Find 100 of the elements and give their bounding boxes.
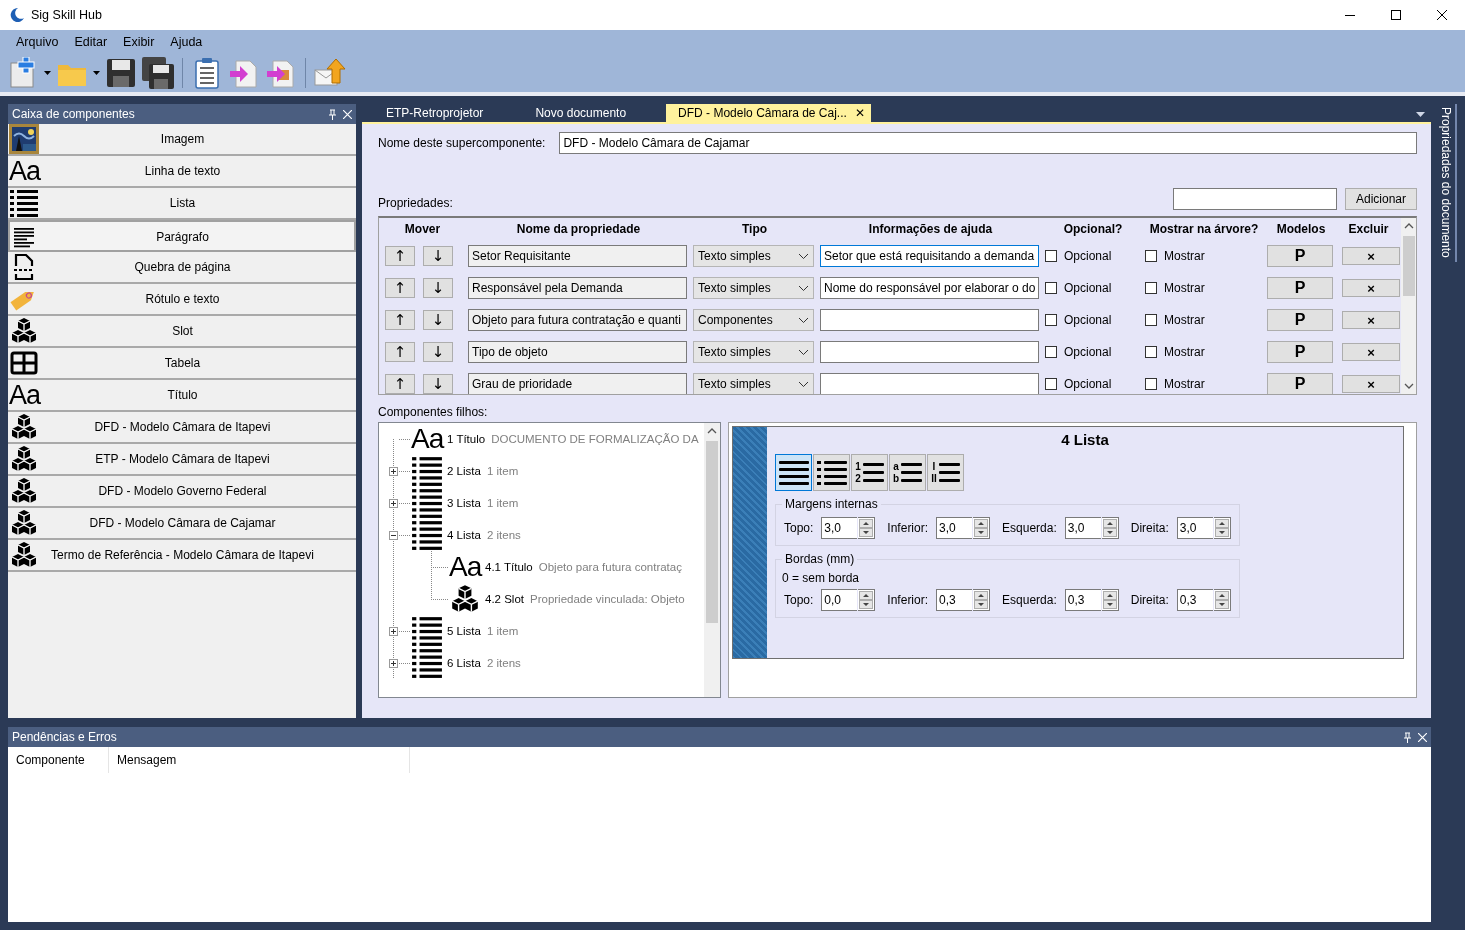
component-button[interactable]: DFD - Modelo Câmara de Itapevi [8,412,356,444]
close-icon[interactable] [1437,10,1447,20]
caret-icon[interactable] [44,71,51,75]
component-button[interactable]: DFD - Modelo Governo Federal [8,476,356,508]
list-style-button[interactable]: I II [927,454,964,491]
move-down-button[interactable]: ↓ [423,342,453,362]
model-button[interactable]: P [1267,277,1333,299]
list-style-button[interactable] [813,454,850,491]
help-text-field[interactable]: Nome do responsável por elaborar o do [820,277,1039,299]
checkbox[interactable] [1145,282,1157,294]
help-text-field[interactable]: Setor que está requisitando a demanda [820,245,1039,267]
pin-icon[interactable] [1403,731,1412,743]
delete-button[interactable]: × [1342,311,1400,329]
collapse-icon[interactable] [388,530,398,540]
add-button[interactable]: Adicionar [1345,188,1417,210]
property-name-field[interactable]: Grau de prioridade [468,373,687,394]
component-name-field[interactable]: DFD - Modelo Câmara de Cajamar [559,132,1417,154]
component-button[interactable]: ETP - Modelo Câmara de Itapevi [8,444,356,476]
maximize-icon[interactable] [1391,10,1401,20]
new-property-field[interactable] [1173,188,1337,210]
type-dropdown[interactable]: Texto simples [693,277,814,299]
document-tab[interactable]: ETP-Retroprojetor [374,104,524,122]
type-dropdown[interactable]: Texto simples [693,245,814,267]
menu-item[interactable]: Exibir [115,35,163,49]
checkbox-label[interactable]: Mostrar [1164,345,1205,359]
delete-button[interactable]: × [1342,343,1400,361]
menu-item[interactable]: Ajuda [162,35,211,49]
expand-icon[interactable] [388,658,398,668]
checkbox[interactable] [1145,250,1157,262]
delete-button[interactable]: × [1342,247,1400,265]
checkbox[interactable] [1145,346,1157,358]
scrollbar[interactable] [1401,218,1416,394]
move-up-button[interactable]: ↑ [385,342,415,362]
property-name-field[interactable]: Setor Requisitante [468,245,687,267]
expand-icon[interactable] [388,498,398,508]
checkbox-label[interactable]: Mostrar [1164,313,1205,327]
tree-item-label[interactable]: 2 Lista [447,465,481,477]
checkbox[interactable] [1145,314,1157,326]
component-button[interactable]: Imagem [8,124,356,156]
component-button[interactable]: Termo de Referência - Modelo Câmara de Itapevi [8,540,356,572]
expand-icon[interactable] [388,626,398,636]
checkbox[interactable] [1045,282,1057,294]
checkbox-label[interactable]: Opcional [1064,249,1112,263]
expand-icon[interactable] [388,466,398,476]
checkbox[interactable] [1145,378,1157,390]
tree-item-label[interactable]: 5 Lista [447,625,481,637]
image-arrow-icon[interactable] [265,57,297,89]
delete-button[interactable]: × [1342,375,1400,393]
component-button[interactable]: Lista [8,188,356,220]
checkbox[interactable] [1045,250,1057,262]
checkbox-label[interactable]: Opcional [1064,377,1112,391]
model-button[interactable]: P [1267,245,1333,267]
move-down-button[interactable]: ↓ [423,374,453,394]
model-button[interactable]: P [1267,341,1333,363]
move-down-button[interactable]: ↓ [423,246,453,266]
tree-item-label[interactable]: 6 Lista [447,657,481,669]
move-down-button[interactable]: ↓ [423,310,453,330]
property-name-field[interactable]: Objeto para futura contratação e quanti [468,309,687,331]
type-dropdown[interactable]: Componentes [693,309,814,331]
property-name-field[interactable]: Tipo de objeto [468,341,687,363]
help-text-field[interactable] [820,309,1039,331]
document-tab[interactable]: Novo documento [523,104,667,122]
tree-item-label[interactable]: 4 Lista [447,529,481,541]
type-dropdown[interactable]: Texto simples [693,341,814,363]
list-style-button[interactable] [775,454,812,491]
delete-button[interactable]: × [1342,279,1400,297]
checkbox-label[interactable]: Opcional [1064,345,1112,359]
type-dropdown[interactable]: Texto simples [693,373,814,394]
pin-icon[interactable] [328,108,337,120]
tab-menu-icon[interactable] [1416,112,1425,117]
tree-item-label[interactable]: 4.1 Título [485,561,533,573]
checkbox[interactable] [1045,346,1057,358]
list-style-button[interactable]: a b [889,454,926,491]
tree-item-label[interactable]: 1 Título [447,433,486,445]
help-text-field[interactable] [820,373,1039,394]
tree-item-label[interactable]: 3 Lista [447,497,481,509]
property-name-field[interactable]: Responsável pela Demanda [468,277,687,299]
component-button[interactable]: Parágrafo [8,220,356,252]
envelope-icon[interactable] [314,57,346,89]
scrollbar[interactable] [704,423,720,697]
menu-item[interactable]: Arquivo [8,35,67,49]
move-up-button[interactable]: ↑ [385,246,415,266]
checkbox[interactable] [1045,314,1057,326]
component-button[interactable]: Tabela [8,348,356,380]
document-arrow-icon[interactable] [228,57,260,89]
move-up-button[interactable]: ↑ [385,374,415,394]
checkbox-label[interactable]: Mostrar [1164,281,1205,295]
model-button[interactable]: P [1267,309,1333,331]
checkbox[interactable] [1045,378,1057,390]
model-button[interactable]: P [1267,373,1333,394]
tree-item-label[interactable]: 4.2 Slot [485,593,524,605]
checkbox-label[interactable]: Mostrar [1164,377,1205,391]
menu-item[interactable]: Editar [66,35,116,49]
move-down-button[interactable]: ↓ [423,278,453,298]
component-button[interactable]: DFD - Modelo Câmara de Cajamar [8,508,356,540]
component-button[interactable]: Quebra de página [8,252,356,284]
help-text-field[interactable] [820,341,1039,363]
move-up-button[interactable]: ↑ [385,278,415,298]
list-style-button[interactable]: 1 2 [851,454,888,491]
document-tab[interactable]: DFD - Modelo Câmara de Caj... ✕ [666,104,871,122]
